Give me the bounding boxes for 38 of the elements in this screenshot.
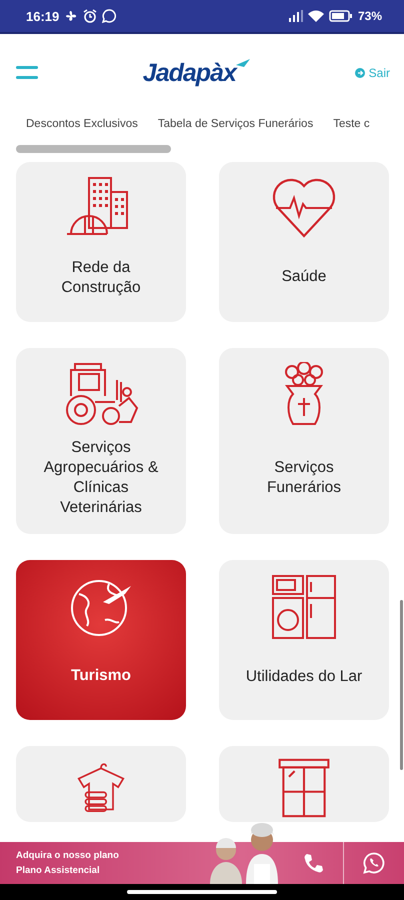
card-label: Rede da Construção xyxy=(60,258,142,298)
category-card[interactable]: Utilidades do Lar xyxy=(219,560,389,720)
phone-icon xyxy=(303,853,323,873)
banner-text: Plano Assistencial xyxy=(16,865,101,876)
card-label: Saúde xyxy=(282,267,326,287)
category-card[interactable]: Turismo xyxy=(16,560,186,720)
card-label: Utilidades do Lar xyxy=(246,667,362,687)
category-card[interactable]: Serviços Funerários xyxy=(219,348,389,534)
card-label: Serviços Agropecuários & Clínicas Veterinárias xyxy=(42,438,160,518)
alarm-icon xyxy=(83,9,98,23)
category-card[interactable]: Saúde xyxy=(219,162,389,322)
chat-icon xyxy=(102,9,116,23)
exit-icon xyxy=(354,68,365,78)
category-tab[interactable]: Descontos Exclusivos xyxy=(26,118,138,130)
battery-level: 73% xyxy=(358,9,382,23)
plane-icon xyxy=(236,58,250,66)
battery-icon xyxy=(328,10,353,22)
wifi-icon xyxy=(308,10,324,22)
banner-text: Adquira o nosso plano xyxy=(16,850,120,861)
card-label: Serviços Funerários xyxy=(266,458,342,498)
fan-icon xyxy=(64,9,78,23)
heartbeat-icon xyxy=(272,176,336,238)
menu-button[interactable] xyxy=(16,66,38,80)
category-tab[interactable]: Teste c xyxy=(333,118,370,130)
window-icon xyxy=(276,758,332,818)
chat-icon xyxy=(363,852,385,874)
logo: Jadapàx xyxy=(142,58,236,88)
signal-icon xyxy=(286,10,303,22)
menu-icon xyxy=(16,66,38,80)
category-card[interactable] xyxy=(16,746,186,822)
category-card[interactable] xyxy=(219,746,389,822)
appliances-icon xyxy=(271,574,337,640)
category-card[interactable]: Serviços Agropecuários & Clínicas Veterinárias xyxy=(16,348,186,534)
category-tab[interactable]: Tabela de Serviços Funerários xyxy=(158,118,314,130)
home-handle[interactable] xyxy=(127,890,277,894)
card-label: Turismo xyxy=(71,666,131,686)
clock: 16:19 xyxy=(26,8,60,24)
category-card[interactable]: Rede da Construção xyxy=(16,162,186,322)
